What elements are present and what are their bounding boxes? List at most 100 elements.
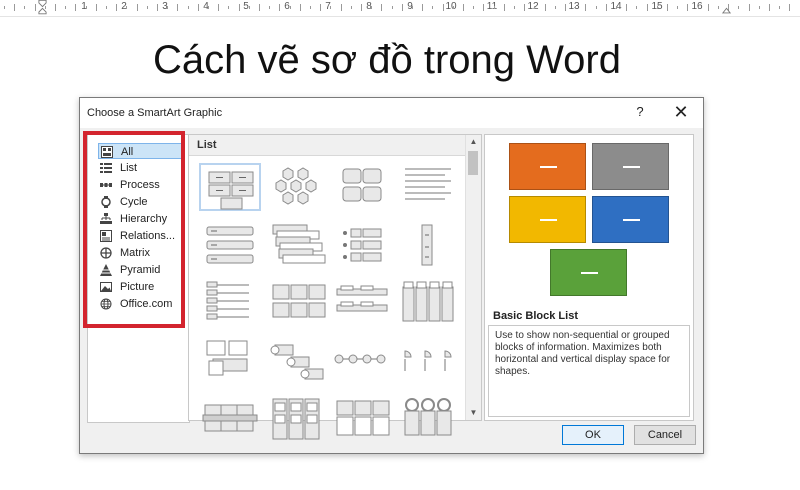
scroll-up-icon[interactable]: ▲ [466,135,481,149]
layout-thumbnail[interactable] [265,395,327,443]
ruler-tick [483,4,485,11]
layout-thumbnail[interactable] [397,279,459,327]
layout-gallery: List ▲ ▼ [188,134,482,440]
ruler-tick [779,6,781,9]
ruler-tick [473,6,475,9]
gallery-scrollbar[interactable]: ▲ ▼ [465,135,481,420]
ruler-tick [24,6,26,9]
category-highlight-box [83,131,185,328]
layout-thumbnail[interactable] [331,279,393,327]
ruler-number: 10 [445,1,457,12]
ruler-tick [738,6,740,9]
ruler-tick [95,4,97,11]
ruler-number: 11 [486,1,498,12]
ruler-tick [197,4,199,11]
ruler-tick [758,6,760,9]
ruler-tick [85,6,87,9]
cancel-button[interactable]: Cancel [634,425,696,445]
ruler-tick [146,6,148,9]
ruler-number: 13 [568,1,580,12]
layout-thumbnail[interactable] [397,163,459,211]
ruler-tick [320,4,322,11]
ruler-tick [259,4,260,11]
preview-block [509,143,586,190]
ruler-tick [493,6,495,9]
ruler-tick [656,6,658,9]
dialog-title: Choose a SmartArt Graphic [87,107,223,119]
layout-thumbnail[interactable] [397,395,459,443]
layout-thumbnail[interactable] [397,221,459,269]
ok-button[interactable]: OK [562,425,624,445]
layout-thumbnail[interactable] [199,221,261,269]
layout-thumbnail[interactable] [331,395,393,443]
ruler-tick [381,4,383,11]
ruler-tick [55,4,56,11]
ruler-tick [677,6,679,9]
ruler-tick [667,4,668,11]
preview-block [509,196,586,243]
layout-description: Use to show non-sequential or grouped bl… [488,325,690,417]
ruler-tick [636,6,638,9]
ruler-tick [748,4,750,11]
dialog-titlebar: Choose a SmartArt Graphic ? ✕ [80,98,703,128]
ruler-tick [544,4,546,11]
ruler-tick [422,4,424,11]
ruler-tick [14,4,16,11]
page-title: Cách vẽ sơ đồ trong Word [153,38,621,82]
ruler-tick [626,4,628,11]
layout-thumbnail[interactable] [265,279,327,327]
ruler-tick [361,4,362,11]
layout-thumbnail[interactable] [265,163,327,211]
scroll-thumb[interactable] [468,151,478,175]
layout-thumbnail[interactable] [265,337,327,385]
right-indent-marker[interactable] [722,0,731,15]
preview-pane: Basic Block List Use to show non-sequent… [484,134,694,421]
ruler-tick [605,4,607,11]
ruler-tick [177,4,179,11]
ruler-tick [340,4,342,11]
ruler-tick [310,6,311,9]
ruler-tick [646,4,648,11]
preview-block [550,249,627,296]
ruler-tick [289,6,291,9]
ruler-tick [432,6,434,9]
layout-thumbnail[interactable] [199,395,261,443]
ruler-tick [554,6,556,9]
ruler-tick [463,4,464,11]
layout-thumbnail[interactable] [331,163,393,211]
ruler-tick [524,4,526,11]
ruler-tick [442,4,444,11]
ruler: 12345678910111213141516 [0,0,800,17]
ruler-tick [330,6,332,9]
ruler-tick [687,4,689,11]
help-button[interactable]: ? [633,104,647,120]
scroll-down-icon[interactable]: ▼ [466,406,481,420]
layout-thumbnail[interactable] [397,337,459,385]
ruler-tick [248,6,250,9]
ruler-tick [350,6,352,9]
preview-block [592,143,669,190]
layout-thumbnail[interactable] [331,221,393,269]
ruler-tick [575,6,577,9]
ruler-tick [789,4,791,11]
close-button[interactable]: ✕ [672,102,690,122]
layout-thumbnail[interactable] [265,221,327,269]
indent-marker[interactable] [38,0,47,15]
ruler-tick [208,6,209,9]
ruler-tick [116,4,118,11]
ruler-tick [75,4,77,11]
layout-thumbnail[interactable] [331,337,393,385]
ruler-tick [707,4,709,11]
layout-name: Basic Block List [493,310,578,322]
layout-thumbnail[interactable] [199,279,261,327]
ruler-tick [65,6,67,9]
layout-thumbnail[interactable] [199,163,261,211]
layout-thumbnail[interactable] [199,337,261,385]
ruler-tick [391,6,393,9]
ruler-tick [595,6,597,9]
ruler-tick [299,4,301,11]
ruler-tick [534,6,536,9]
ruler-tick [769,4,770,11]
ruler-tick [565,4,566,11]
ruler-tick [218,4,220,11]
